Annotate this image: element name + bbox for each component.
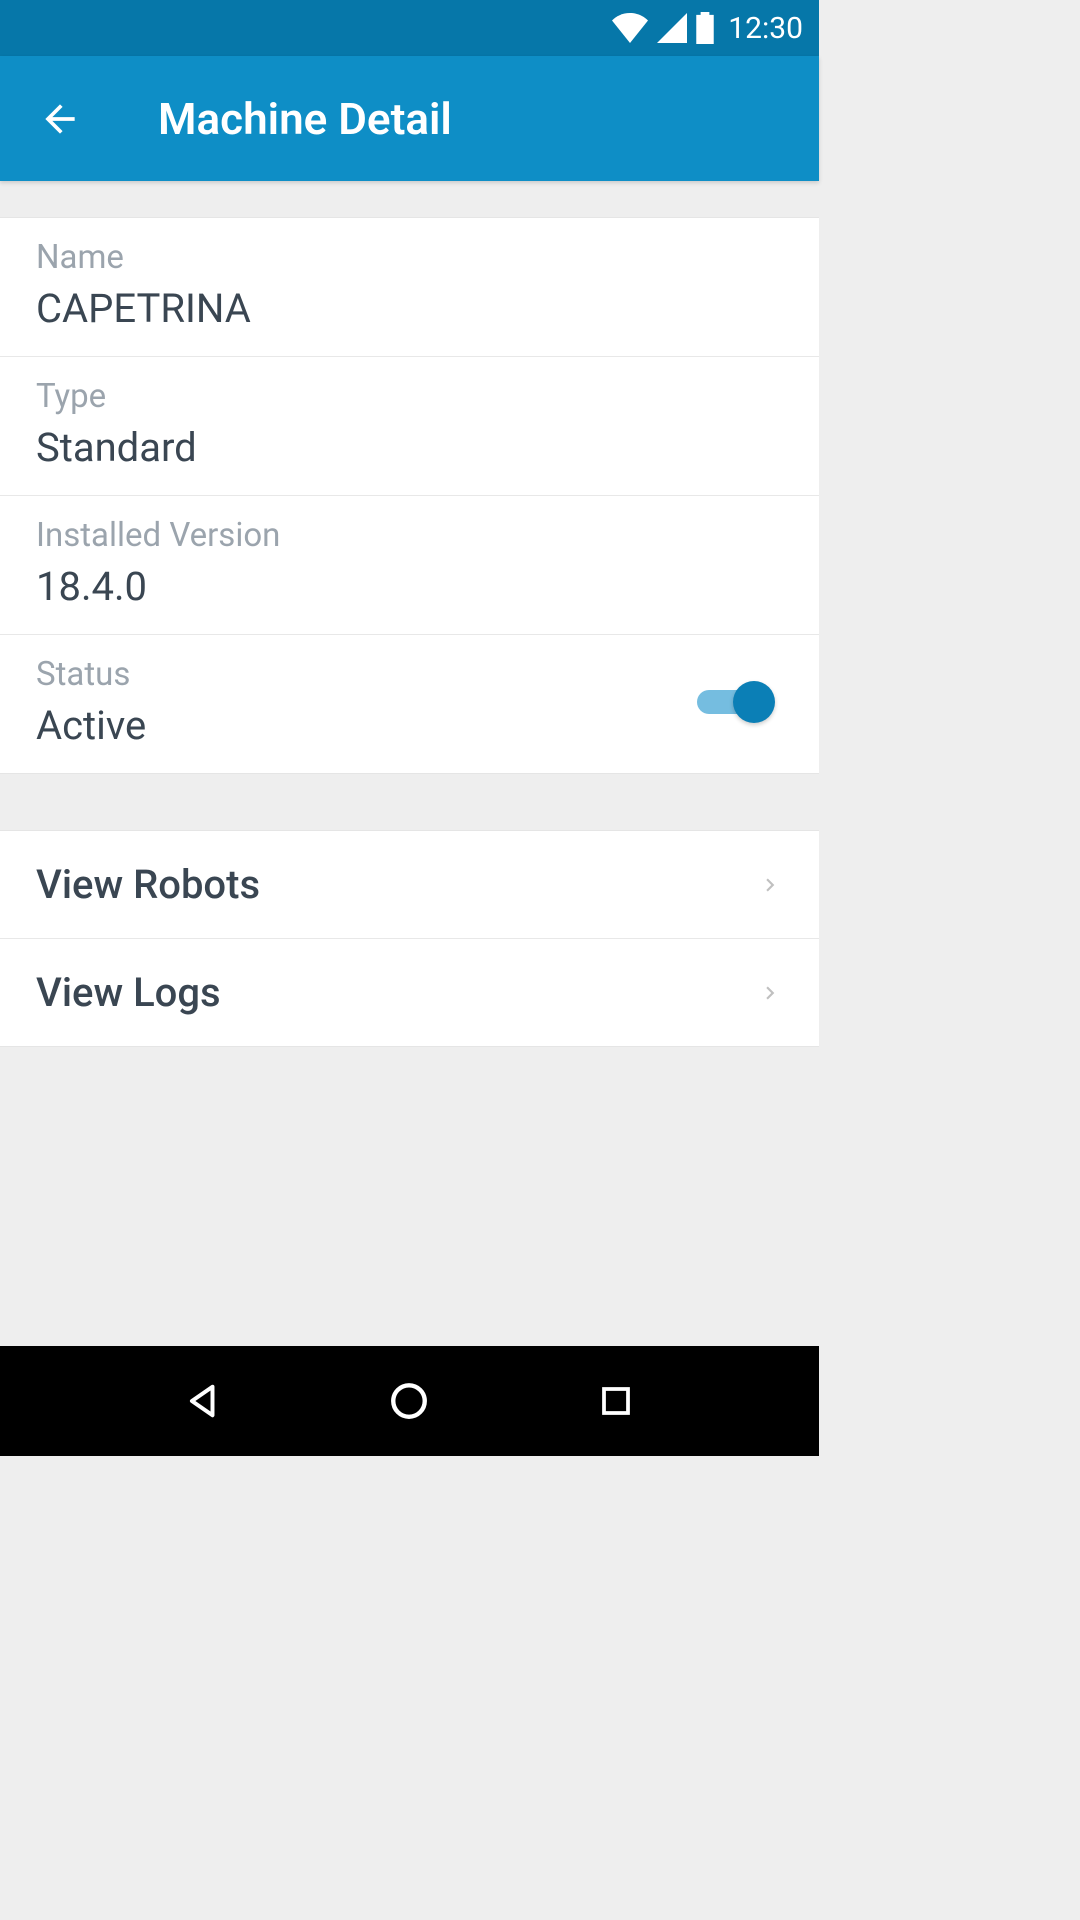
view-robots-button[interactable]: View Robots bbox=[0, 831, 819, 939]
nav-recent-button[interactable] bbox=[591, 1376, 641, 1426]
field-label: Installed Version bbox=[36, 516, 783, 555]
battery-icon bbox=[696, 12, 714, 44]
actions-card: View Robots View Logs bbox=[0, 830, 819, 1047]
chevron-right-icon bbox=[757, 980, 783, 1006]
field-value: 18.4.0 bbox=[36, 563, 783, 610]
field-type: Type Standard bbox=[0, 357, 819, 496]
field-value: Active bbox=[36, 702, 697, 749]
field-installed-version: Installed Version 18.4.0 bbox=[0, 496, 819, 635]
chevron-right-icon bbox=[757, 872, 783, 898]
page-title: Machine Detail bbox=[158, 93, 452, 145]
detail-card: Name CAPETRINA Type Standard Installed V… bbox=[0, 217, 819, 774]
view-logs-button[interactable]: View Logs bbox=[0, 939, 819, 1046]
status-toggle[interactable] bbox=[697, 680, 775, 724]
circle-home-icon bbox=[388, 1380, 430, 1422]
field-label: Name bbox=[36, 238, 783, 277]
field-value: CAPETRINA bbox=[36, 285, 783, 332]
field-value: Standard bbox=[36, 424, 783, 471]
system-nav-bar bbox=[0, 1346, 819, 1456]
nav-home-button[interactable] bbox=[384, 1376, 434, 1426]
cellular-icon bbox=[656, 13, 688, 43]
field-label: Type bbox=[36, 377, 783, 416]
square-recent-icon bbox=[598, 1383, 634, 1419]
app-bar: Machine Detail bbox=[0, 56, 819, 181]
toggle-thumb bbox=[733, 681, 775, 723]
field-label: Status bbox=[36, 655, 697, 694]
triangle-back-icon bbox=[184, 1382, 222, 1420]
content: Name CAPETRINA Type Standard Installed V… bbox=[0, 181, 819, 1047]
action-label: View Robots bbox=[36, 861, 260, 908]
field-status: Status Active bbox=[0, 635, 819, 773]
arrow-left-icon bbox=[38, 97, 82, 141]
status-time: 12:30 bbox=[728, 11, 803, 46]
back-button[interactable] bbox=[36, 95, 84, 143]
field-name: Name CAPETRINA bbox=[0, 218, 819, 357]
wifi-icon bbox=[612, 13, 648, 43]
nav-back-button[interactable] bbox=[178, 1376, 228, 1426]
action-label: View Logs bbox=[36, 969, 221, 1016]
system-status-bar: 12:30 bbox=[0, 0, 819, 56]
